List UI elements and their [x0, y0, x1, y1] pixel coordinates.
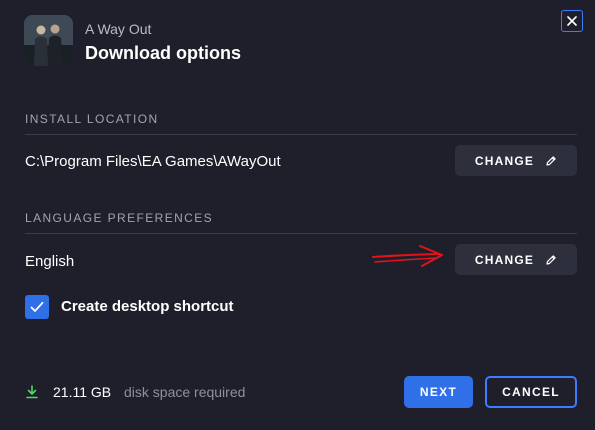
disk-space-size: 21.11 GB	[53, 384, 112, 400]
change-button-label: CHANGE	[474, 153, 535, 168]
disk-space-label: disk space required	[124, 384, 246, 400]
change-install-location-button[interactable]: CHANGE	[455, 145, 577, 176]
close-icon	[567, 16, 577, 26]
install-path: C:\Program Files\EA Games\AWayOut	[25, 153, 281, 170]
change-language-button[interactable]: CHANGE	[455, 244, 577, 275]
language-preferences-heading: LANGUAGE PREFERENCES	[25, 211, 214, 225]
game-name: A Way Out	[85, 21, 152, 37]
download-arrow-icon	[26, 385, 38, 399]
language-value: English	[25, 253, 75, 270]
install-location-heading: INSTALL LOCATION	[25, 112, 159, 126]
pencil-icon	[546, 254, 556, 265]
next-button[interactable]: NEXT	[404, 376, 473, 408]
game-cover-thumbnail	[24, 15, 73, 66]
desktop-shortcut-label[interactable]: Create desktop shortcut	[61, 298, 234, 315]
checkmark-icon	[30, 301, 44, 312]
pencil-icon	[546, 155, 556, 166]
desktop-shortcut-checkbox[interactable]	[25, 295, 49, 319]
close-button[interactable]	[561, 10, 583, 32]
cancel-button[interactable]: CANCEL	[485, 376, 577, 408]
dialog-title: Download options	[85, 43, 241, 63]
change-button-label: CHANGE	[474, 252, 535, 267]
language-divider	[25, 233, 577, 234]
download-options-dialog: A Way Out Download options INSTALL LOCAT…	[0, 0, 595, 430]
red-arrow-annotation	[372, 245, 443, 267]
install-location-divider	[25, 134, 577, 135]
